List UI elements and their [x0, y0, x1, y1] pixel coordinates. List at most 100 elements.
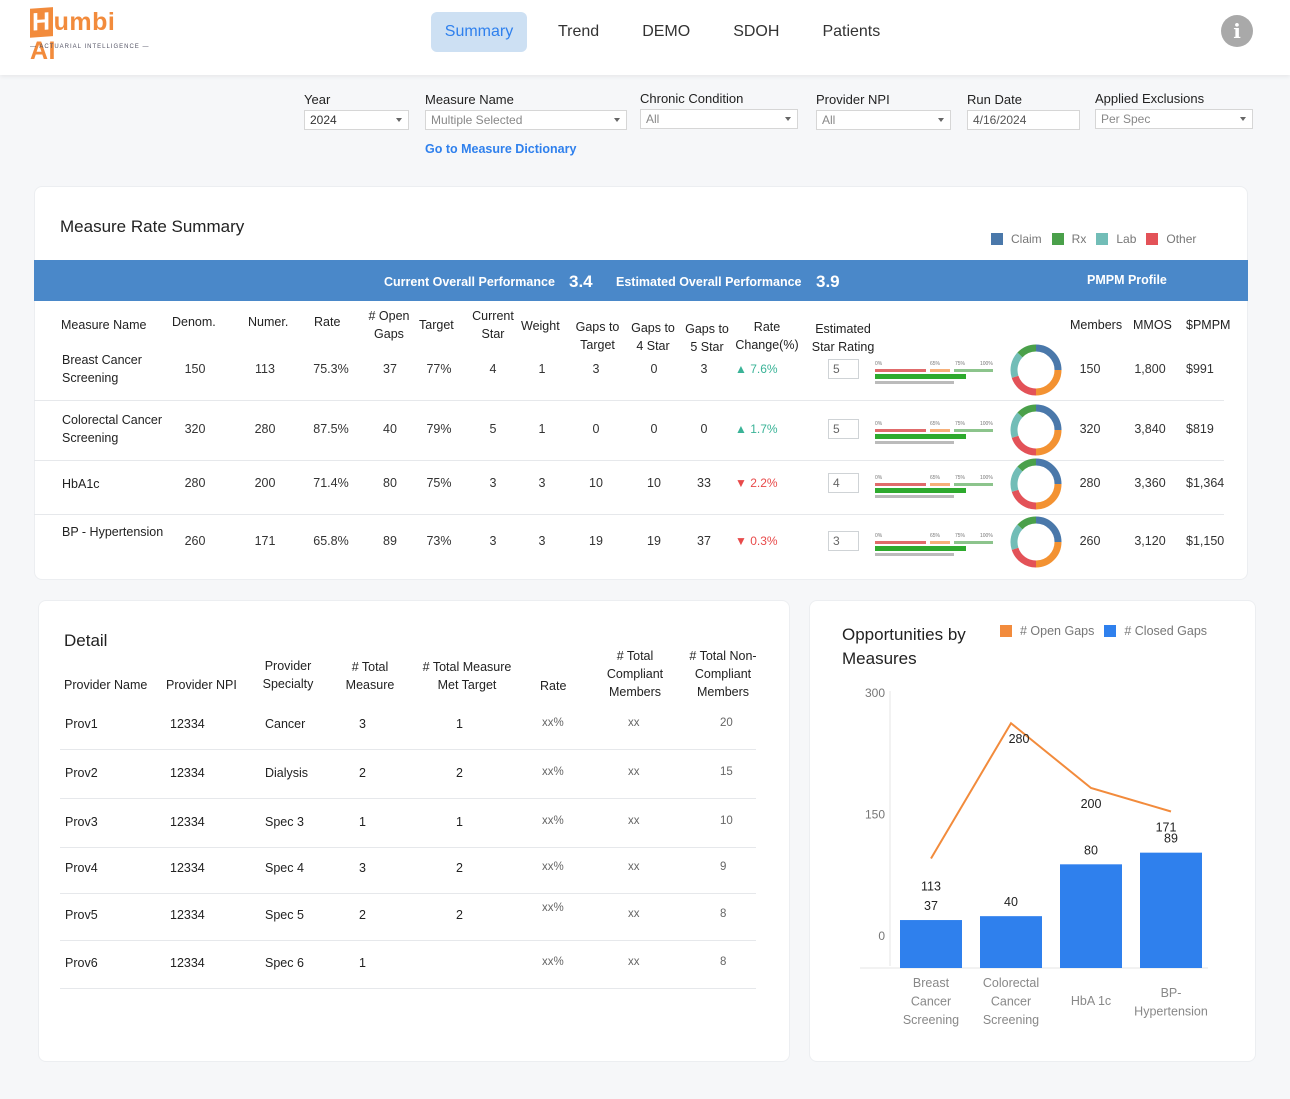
cell-non-compliant: 9	[720, 861, 727, 873]
tab-summary[interactable]: Summary	[431, 12, 527, 52]
line-value-label: 280	[1009, 732, 1030, 746]
measure-rate-summary-title: Measure Rate Summary	[60, 217, 245, 236]
gauge-tick-label: 65%	[930, 361, 941, 367]
bar-value-label: 37	[924, 899, 938, 913]
main-nav: Summary Trend DEMO SDOH Patients	[431, 12, 911, 52]
cell-numer: 200	[254, 476, 276, 490]
closed-gaps-bar	[900, 920, 962, 968]
rate-change: ▲ 1.7%	[735, 422, 791, 436]
gauge-tick-label: 75%	[955, 421, 966, 427]
star-rating-gauge: 0% 65% 75% 100%	[875, 475, 995, 498]
col-gaps-to-5-star: Gaps to 5 Star	[685, 322, 729, 354]
cell-pmpm: $1,150	[1186, 534, 1225, 548]
info-icon[interactable]: i	[1221, 15, 1253, 47]
filter-measure-name: Measure Name Multiple Selected	[425, 92, 627, 130]
donut-segment	[1035, 516, 1062, 543]
estimated-star-input[interactable]: 5	[828, 359, 859, 379]
measure-dictionary-link[interactable]: Go to Measure Dictionary	[425, 142, 576, 156]
col-provider-specialty: Provider Specialty	[262, 659, 314, 691]
cell-mmos: 3,840	[1134, 422, 1166, 436]
filter-measure-name-label: Measure Name	[425, 92, 514, 107]
cell-total-measure: 3	[359, 717, 366, 731]
cell-non-compliant: 8	[720, 908, 727, 920]
gauge-band	[954, 369, 993, 372]
cell-denom: 150	[184, 362, 206, 376]
donut-segment	[1035, 458, 1062, 485]
cell-numer: 171	[254, 534, 276, 548]
cell-specialty: Spec 6	[265, 956, 304, 970]
donut-segment	[1035, 344, 1062, 371]
rate-change: ▼ 2.2%	[735, 476, 791, 490]
measure-name-select[interactable]: Multiple Selected	[425, 110, 627, 130]
gauge-band	[930, 483, 950, 486]
estimated-star-input[interactable]: 5	[828, 419, 859, 439]
filter-provider-npi: Provider NPI All	[816, 92, 951, 130]
donut-segment	[1017, 404, 1037, 418]
gauge-tick-label: 65%	[930, 533, 941, 539]
cell-rate: xx%	[542, 861, 564, 873]
gauge-tick-label: 65%	[930, 421, 941, 427]
cell-npi: 12334	[170, 861, 205, 875]
donut-segment	[1010, 412, 1023, 438]
measure-name: Breast Cancer Screening	[62, 353, 142, 385]
chevron-down-icon	[938, 118, 944, 122]
logo[interactable]: Humbi AI — ACTUARIAL INTELLIGENCE —	[30, 7, 148, 65]
cell-gaps-target: 3	[592, 362, 600, 376]
cell-open-gaps: 89	[383, 534, 397, 548]
gauge-band	[954, 483, 993, 486]
cell-specialty: Spec 4	[265, 861, 304, 875]
gauge-current-bar	[875, 434, 966, 439]
rate-change-value: 7.6%	[750, 362, 778, 376]
row-divider	[60, 798, 756, 799]
donut-segment	[1011, 435, 1037, 456]
tab-patients[interactable]: Patients	[810, 12, 892, 52]
gauge-current-bar	[875, 546, 966, 551]
cell-compliant: xx	[628, 766, 640, 778]
col-numer: Numer.	[248, 315, 289, 329]
estimated-star-input[interactable]: 4	[828, 473, 859, 493]
year-select[interactable]: 2024	[304, 110, 409, 130]
col-met-target: # Total Measure Met Target	[422, 660, 512, 692]
chronic-condition-value: All	[646, 112, 660, 126]
measure-name: Colorectal Cancer Screening	[62, 413, 163, 445]
gauge-band	[954, 429, 993, 432]
cell-rate: 71.4%	[313, 476, 349, 490]
filter-applied-exclusions: Applied Exclusions Per Spec	[1095, 91, 1253, 129]
cell-weight: 1	[538, 422, 546, 436]
col-current-star: Current Star	[472, 309, 514, 341]
estimated-star-input[interactable]: 3	[828, 531, 859, 551]
cell-rate: xx%	[542, 902, 564, 914]
legend-other-swatch	[1146, 233, 1159, 245]
cell-met-target: 1	[456, 717, 463, 731]
cell-npi: 12334	[170, 815, 205, 829]
gauge-target-bar	[875, 495, 954, 498]
donut-segment	[1010, 524, 1023, 550]
filter-applied-exclusions-label: Applied Exclusions	[1095, 91, 1205, 106]
current-performance-label: Current Overall Performance	[384, 275, 555, 289]
tab-demo[interactable]: DEMO	[630, 12, 702, 52]
provider-npi-select[interactable]: All	[816, 110, 951, 130]
tab-sdoh[interactable]: SDOH	[721, 12, 791, 52]
applied-exclusions-select[interactable]: Per Spec	[1095, 109, 1253, 129]
cell-rate: xx%	[542, 956, 564, 968]
legend-lab: Lab	[1116, 232, 1137, 246]
cell-target: 75%	[426, 476, 452, 490]
gauge-tick-label: 0%	[875, 475, 883, 481]
run-date-input[interactable]: 4/16/2024	[967, 110, 1080, 130]
logo-wordmark: Humbi AI	[30, 7, 140, 66]
run-date-value: 4/16/2024	[973, 113, 1027, 127]
chronic-condition-select[interactable]: All	[640, 109, 798, 129]
cell-denom: 260	[184, 534, 206, 548]
gauge-tick-label: 100%	[980, 361, 993, 367]
col-total-measure: # Total Measure	[345, 660, 395, 692]
donut-segment	[1035, 429, 1062, 456]
cell-met-target: 2	[456, 908, 463, 922]
donut-segment	[1010, 352, 1023, 378]
cell-name: Prov2	[65, 766, 98, 780]
tab-trend[interactable]: Trend	[546, 12, 611, 52]
cell-name: Prov1	[65, 717, 98, 731]
chevron-down-icon	[396, 118, 402, 122]
cell-total-measure: 1	[359, 815, 366, 829]
cell-name: Prov6	[65, 956, 98, 970]
cell-weight: 3	[538, 534, 546, 548]
